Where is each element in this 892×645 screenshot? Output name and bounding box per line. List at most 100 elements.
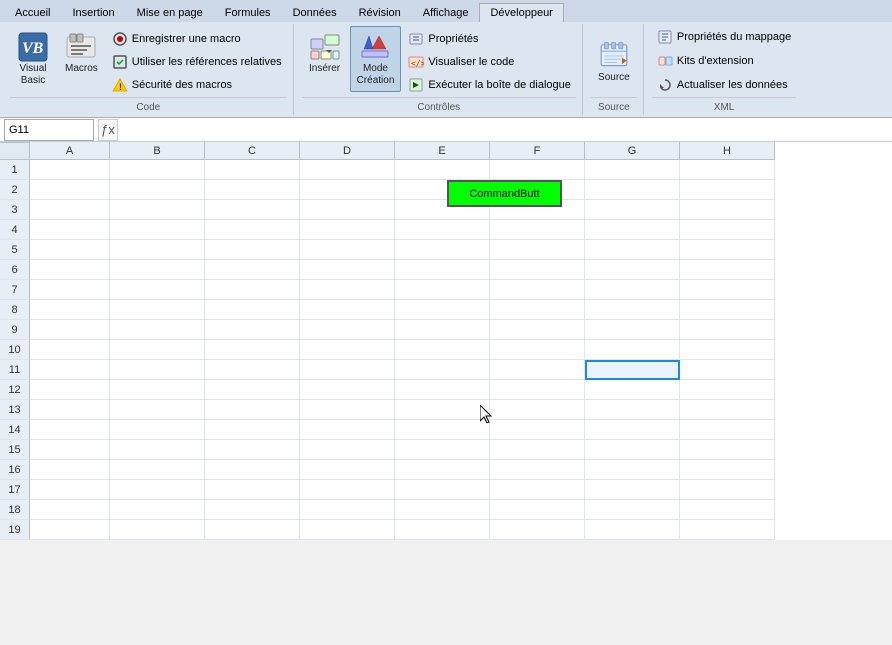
cell-C11[interactable] <box>205 360 300 380</box>
cell-D16[interactable] <box>300 460 395 480</box>
row-header-13[interactable]: 13 <box>0 400 30 420</box>
cell-B12[interactable] <box>110 380 205 400</box>
cell-B18[interactable] <box>110 500 205 520</box>
cell-G5[interactable] <box>585 240 680 260</box>
cell-D8[interactable] <box>300 300 395 320</box>
cell-C8[interactable] <box>205 300 300 320</box>
cell-E10[interactable] <box>395 340 490 360</box>
cell-B9[interactable] <box>110 320 205 340</box>
cell-E19[interactable] <box>395 520 490 540</box>
cell-D7[interactable] <box>300 280 395 300</box>
cell-H2[interactable] <box>680 180 775 200</box>
col-header-c[interactable]: C <box>205 142 300 160</box>
cell-D10[interactable] <box>300 340 395 360</box>
cell-C4[interactable] <box>205 220 300 240</box>
cell-H8[interactable] <box>680 300 775 320</box>
cell-H7[interactable] <box>680 280 775 300</box>
cell-D1[interactable] <box>300 160 395 180</box>
cell-D4[interactable] <box>300 220 395 240</box>
cell-F17[interactable] <box>490 480 585 500</box>
cell-F12[interactable] <box>490 380 585 400</box>
cell-D15[interactable] <box>300 440 395 460</box>
cell-A3[interactable] <box>30 200 110 220</box>
cell-F5[interactable] <box>490 240 585 260</box>
row-header-16[interactable]: 16 <box>0 460 30 480</box>
cell-B7[interactable] <box>110 280 205 300</box>
cell-D2[interactable] <box>300 180 395 200</box>
cell-D3[interactable] <box>300 200 395 220</box>
row-header-12[interactable]: 12 <box>0 380 30 400</box>
cell-G16[interactable] <box>585 460 680 480</box>
cell-G8[interactable] <box>585 300 680 320</box>
cell-E9[interactable] <box>395 320 490 340</box>
cell-H1[interactable] <box>680 160 775 180</box>
cell-A12[interactable] <box>30 380 110 400</box>
tab-accueil[interactable]: Accueil <box>4 3 61 22</box>
cell-A5[interactable] <box>30 240 110 260</box>
cell-E13[interactable] <box>395 400 490 420</box>
cell-B15[interactable] <box>110 440 205 460</box>
cell-E5[interactable] <box>395 240 490 260</box>
cell-C12[interactable] <box>205 380 300 400</box>
cell-B19[interactable] <box>110 520 205 540</box>
cell-G11[interactable] <box>585 360 680 380</box>
cell-C13[interactable] <box>205 400 300 420</box>
col-header-e[interactable]: E <box>395 142 490 160</box>
cell-G3[interactable] <box>585 200 680 220</box>
cell-H13[interactable] <box>680 400 775 420</box>
cell-B1[interactable] <box>110 160 205 180</box>
cell-B8[interactable] <box>110 300 205 320</box>
row-header-10[interactable]: 10 <box>0 340 30 360</box>
cell-G4[interactable] <box>585 220 680 240</box>
row-header-8[interactable]: 8 <box>0 300 30 320</box>
cell-E17[interactable] <box>395 480 490 500</box>
proprietes-mappage-button[interactable]: Propriétés du mappage <box>652 26 796 48</box>
cell-C16[interactable] <box>205 460 300 480</box>
cell-A16[interactable] <box>30 460 110 480</box>
cell-H4[interactable] <box>680 220 775 240</box>
cell-E14[interactable] <box>395 420 490 440</box>
col-header-g[interactable]: G <box>585 142 680 160</box>
cell-C14[interactable] <box>205 420 300 440</box>
row-header-2[interactable]: 2 <box>0 180 30 200</box>
securite-button[interactable]: ! Sécurité des macros <box>107 74 287 96</box>
col-header-h[interactable]: H <box>680 142 775 160</box>
cell-F15[interactable] <box>490 440 585 460</box>
cell-D13[interactable] <box>300 400 395 420</box>
cell-D11[interactable] <box>300 360 395 380</box>
row-header-14[interactable]: 14 <box>0 420 30 440</box>
row-header-5[interactable]: 5 <box>0 240 30 260</box>
cell-D14[interactable] <box>300 420 395 440</box>
tab-formules[interactable]: Formules <box>214 3 282 22</box>
cell-A9[interactable] <box>30 320 110 340</box>
cell-F11[interactable] <box>490 360 585 380</box>
cell-E4[interactable] <box>395 220 490 240</box>
row-header-1[interactable]: 1 <box>0 160 30 180</box>
cell-F8[interactable] <box>490 300 585 320</box>
cell-H16[interactable] <box>680 460 775 480</box>
cell-D6[interactable] <box>300 260 395 280</box>
cell-G17[interactable] <box>585 480 680 500</box>
cell-G19[interactable] <box>585 520 680 540</box>
row-header-17[interactable]: 17 <box>0 480 30 500</box>
enregistrer-button[interactable]: Enregistrer une macro <box>107 28 287 50</box>
col-header-d[interactable]: D <box>300 142 395 160</box>
cell-B17[interactable] <box>110 480 205 500</box>
row-header-15[interactable]: 15 <box>0 440 30 460</box>
cell-G10[interactable] <box>585 340 680 360</box>
cell-H18[interactable] <box>680 500 775 520</box>
cell-B16[interactable] <box>110 460 205 480</box>
cell-F4[interactable] <box>490 220 585 240</box>
cell-G6[interactable] <box>585 260 680 280</box>
cell-H19[interactable] <box>680 520 775 540</box>
cell-E16[interactable] <box>395 460 490 480</box>
cell-C17[interactable] <box>205 480 300 500</box>
visual-basic-button[interactable]: VB Visual Basic <box>10 26 56 92</box>
cell-A1[interactable] <box>30 160 110 180</box>
cell-F10[interactable] <box>490 340 585 360</box>
cell-D5[interactable] <box>300 240 395 260</box>
cell-A6[interactable] <box>30 260 110 280</box>
row-header-4[interactable]: 4 <box>0 220 30 240</box>
cell-B3[interactable] <box>110 200 205 220</box>
cell-E8[interactable] <box>395 300 490 320</box>
